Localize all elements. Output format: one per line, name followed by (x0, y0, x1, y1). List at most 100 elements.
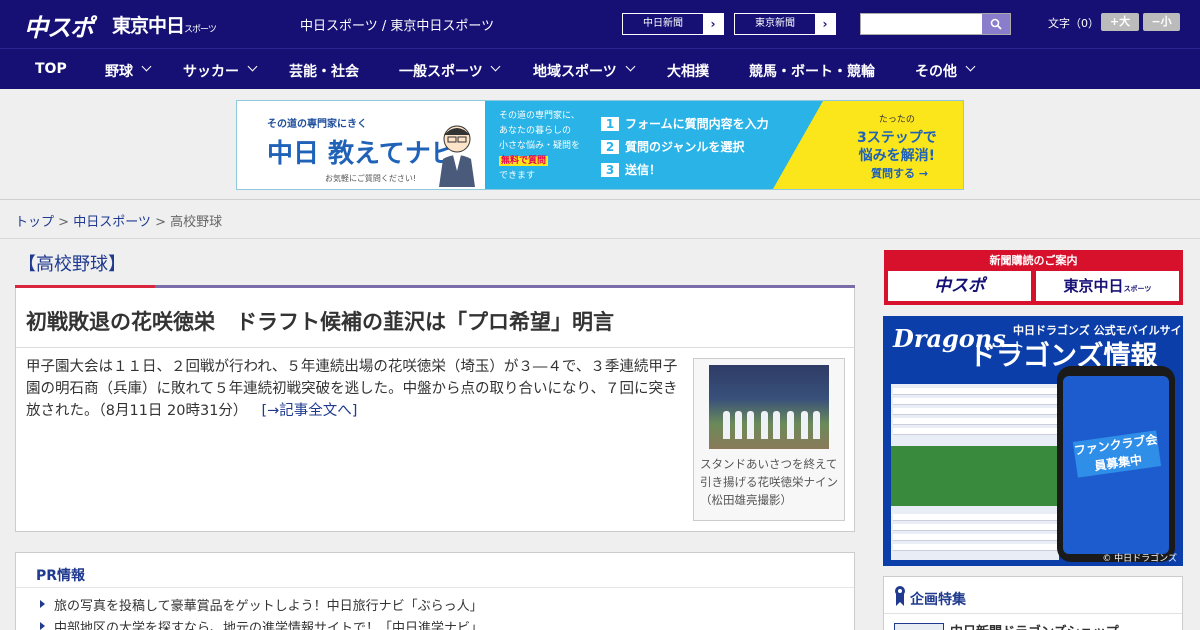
banner-area: その道の専門家にきく 中日 教えてナビ お気軽にご質問ください! その道の専門家… (0, 89, 1200, 200)
read-more-link[interactable]: [→記事全文へ] (261, 403, 357, 419)
divider (0, 238, 1200, 239)
article-photo[interactable] (709, 365, 829, 449)
pr-link[interactable]: 旅の写真を投稿して豪華賞品をゲットしよう！中日旅行ナビ「ぶらっ人」 (40, 595, 483, 614)
player-figure (761, 411, 768, 439)
article-photo-box: スタンドあいさつを終えて引き揚げる花咲徳栄ナイン（松田雄亮撮影） (693, 358, 845, 521)
divider (884, 613, 1182, 614)
subscribe-chunichi-button[interactable]: 中スポ (888, 271, 1031, 301)
banner-mid-line: 小さな悩み・疑問を (499, 141, 581, 151)
pr-link[interactable]: 中部地区の大学を探すなら、地元の進学情報サイトで！「中日進学ナビ」 (40, 617, 483, 630)
fanclub-badge: ファンクラブ会員募集中 (1072, 430, 1162, 478)
tokyo-shimbun-label: 東京新聞 (735, 14, 815, 34)
feature-thumbnail[interactable] (894, 623, 944, 630)
step-number: 1 (601, 117, 619, 131)
text-size-label: 文字（0） (1048, 17, 1099, 30)
nav-item-other[interactable]: その他 (915, 61, 957, 81)
divider (16, 587, 854, 588)
nav-item-local-sports[interactable]: 地域スポーツ (533, 61, 617, 81)
article-title[interactable]: 初戦敗退の花咲徳栄 ドラフト候補の韮沢は「プロ希望」明言 (26, 306, 614, 336)
dragons-screen-illustration (891, 374, 1059, 560)
step-number: 2 (601, 140, 619, 154)
screen-row (893, 524, 1057, 531)
dragons-mobile-ad[interactable]: Dragons 中日ドラゴンズ 公式モバイルサイト ドラゴンズ情報 ファンクラブ… (883, 316, 1183, 566)
banner-mid-line: その道の専門家に、 (499, 111, 580, 121)
screen-row (893, 544, 1057, 551)
banner-title: 中日 教えてナビ (267, 139, 457, 169)
screen-status-bar (891, 374, 1059, 384)
chunichi-shimbun-label: 中日新聞 (623, 14, 703, 34)
feature-box: 企画特集 中日新聞ドラゴンズショップ (883, 576, 1183, 630)
search-icon (990, 18, 1002, 30)
nav-item-top[interactable]: TOP (35, 61, 67, 77)
banner-step-2: 2 質問のジャンルを選択 (601, 138, 744, 155)
breadcrumb-current: 高校野球 (170, 215, 223, 230)
search-button[interactable] (982, 14, 1010, 34)
step-text: フォームに質問内容を入力 (625, 117, 769, 131)
screen-row (893, 398, 1057, 405)
breadcrumb-parent-link[interactable]: 中日スポーツ (73, 215, 151, 230)
step-text: 送信！ (625, 163, 662, 177)
step-number: 3 (601, 163, 619, 177)
tokyo-chunichi-logo-small: スポーツ (184, 25, 217, 35)
subscribe-tokyo-small: スポーツ (1123, 285, 1152, 293)
screen-row (893, 534, 1057, 541)
subscribe-title: 新聞購読のご案内 (989, 254, 1078, 267)
tokyo-chunichi-logo[interactable]: 東京中日スポーツ (112, 11, 217, 38)
chunichi-shimbun-link[interactable]: 中日新聞 › (622, 13, 724, 35)
phone-screen: ファンクラブ会員募集中 (1063, 376, 1169, 554)
tokyo-chunichi-logo-text: 東京中日 (112, 15, 185, 37)
player-figure (813, 411, 820, 439)
article-card: 初戦敗退の花咲徳栄 ドラフト候補の韮沢は「プロ希望」明言 甲子園大会は１１日、２… (15, 288, 855, 532)
subscribe-tokyo-label: 東京中日 (1063, 277, 1124, 295)
step-text: 質問のジャンルを選択 (625, 140, 745, 154)
advisor-illustration-icon (439, 125, 475, 187)
text-size-up-button[interactable]: +大 (1101, 13, 1139, 31)
banner-mid-text: その道の専門家に、 あなたの暮らしの 小さな悩み・疑問を 無料で質問 できます (499, 109, 609, 184)
nav-item-racing[interactable]: 競馬・ボート・競輪 (749, 61, 875, 81)
nav-item-soccer[interactable]: サッカー (183, 61, 239, 81)
subscribe-tokyo-button[interactable]: 東京中日スポーツ (1036, 271, 1179, 301)
banner-right-line: 3ステップで (857, 130, 937, 146)
banner-step-1: 1 フォームに質問内容を入力 (601, 115, 769, 132)
banner-right-small: たったの (878, 115, 915, 125)
nav-item-baseball[interactable]: 野球 (105, 61, 133, 81)
chevron-right-icon: › (822, 17, 828, 31)
text-size-down-button[interactable]: −小 (1143, 13, 1180, 31)
nav-item-general-sports[interactable]: 一般スポーツ (399, 61, 483, 81)
player-figure (787, 411, 794, 439)
banner-right-line: 悩みを解消! (858, 148, 936, 164)
phone-illustration: ファンクラブ会員募集中 (1057, 366, 1175, 562)
pr-box: PR情報 旅の写真を投稿して豪華賞品をゲットしよう！中日旅行ナビ「ぶらっ人」 中… (15, 552, 855, 630)
chevron-down-icon (965, 61, 976, 72)
feature-item-link[interactable]: 中日新聞ドラゴンズショップ (950, 621, 1119, 630)
screen-field (891, 446, 1059, 506)
ribbon-icon (895, 586, 905, 606)
screen-row (893, 514, 1057, 521)
site-links[interactable]: 中日スポーツ / 東京中日スポーツ (300, 15, 494, 34)
player-figure (773, 411, 780, 439)
chunichi-sports-logo[interactable]: 中スポ (24, 8, 94, 43)
oshiete-navi-banner[interactable]: その道の専門家にきく 中日 教えてナビ お気軽にご質問ください! その道の専門家… (236, 100, 964, 190)
tokyo-shimbun-link[interactable]: 東京新聞 › (734, 13, 836, 35)
banner-mid-line: できます (499, 171, 536, 181)
pr-title: PR情報 (36, 568, 86, 584)
main-nav: TOP 野球 サッカー 芸能・社会 一般スポーツ 地域スポーツ 大相撲 競馬・ボ… (0, 48, 1200, 89)
banner-right-text: たったの 3ステップで 悩みを解消! (857, 109, 937, 165)
banner-ask-button[interactable]: 質問する → (871, 165, 928, 181)
search-input[interactable] (861, 14, 982, 34)
feature-title: 企画特集 (910, 592, 966, 608)
banner-note: お気軽にご質問ください! (325, 174, 417, 183)
nav-item-entertainment[interactable]: 芸能・社会 (289, 61, 359, 81)
nav-item-sumo[interactable]: 大相撲 (667, 61, 709, 81)
banner-left: その道の専門家にきく 中日 教えてナビ お気軽にご質問ください! (237, 101, 485, 189)
pr-link-text: 中部地区の大学を探すなら、地元の進学情報サイトで！「中日進学ナビ」 (54, 621, 484, 630)
divider (16, 347, 854, 348)
banner-mid-line: あなたの暮らしの (499, 126, 572, 136)
article-body: 甲子園大会は１１日、２回戦が行われ、５年連続出場の花咲徳栄（埼玉）が３―４で、３… (26, 356, 686, 422)
banner-step-3: 3 送信！ (601, 161, 661, 178)
player-figure (801, 411, 808, 439)
dragons-copyright: © 中日ドラゴンズ (1102, 554, 1177, 564)
breadcrumb-top-link[interactable]: トップ (15, 215, 54, 230)
screen-row (893, 408, 1057, 415)
breadcrumb-sep: > (150, 215, 171, 230)
